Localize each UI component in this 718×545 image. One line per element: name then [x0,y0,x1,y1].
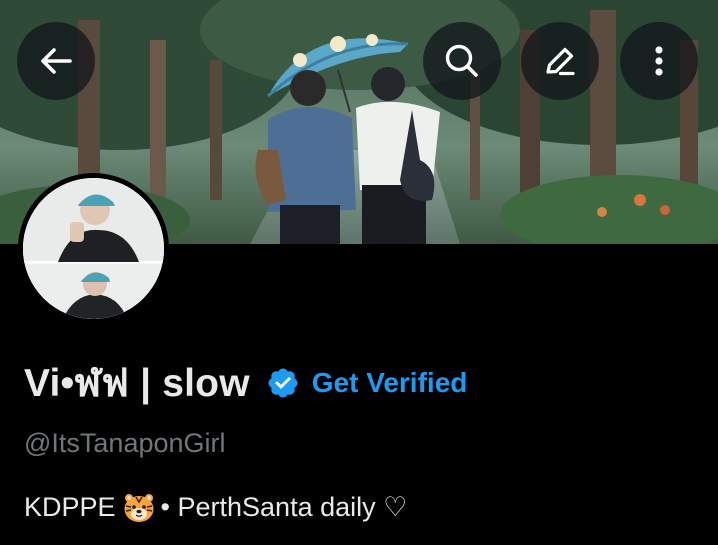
edit-profile-button[interactable] [521,22,599,100]
profile-handle: @ItsTanaponGirl [24,428,226,458]
profile-avatar[interactable] [18,173,169,324]
verified-badge-icon[interactable] [266,366,300,400]
more-options-button[interactable] [620,22,698,100]
profile-bio: KDPPE • PerthSanta daily ♡ [24,492,407,523]
profile-name-row: Vi•ฬฟ | slow Get Verified [24,358,467,408]
search-button[interactable] [423,22,501,100]
search-icon [445,44,478,77]
pencil-icon [546,47,575,76]
bio-text-start: KDPPE [24,492,116,522]
tiger-face-icon [123,493,155,523]
get-verified-link[interactable]: Get Verified [312,367,468,399]
arrow-left-icon [41,48,72,74]
avatar-image [23,178,164,319]
bio-text-end: • PerthSanta daily ♡ [160,492,408,522]
back-button[interactable] [17,22,95,100]
display-name: Vi•ฬฟ | slow [24,362,250,405]
more-vertical-icon [655,46,663,76]
